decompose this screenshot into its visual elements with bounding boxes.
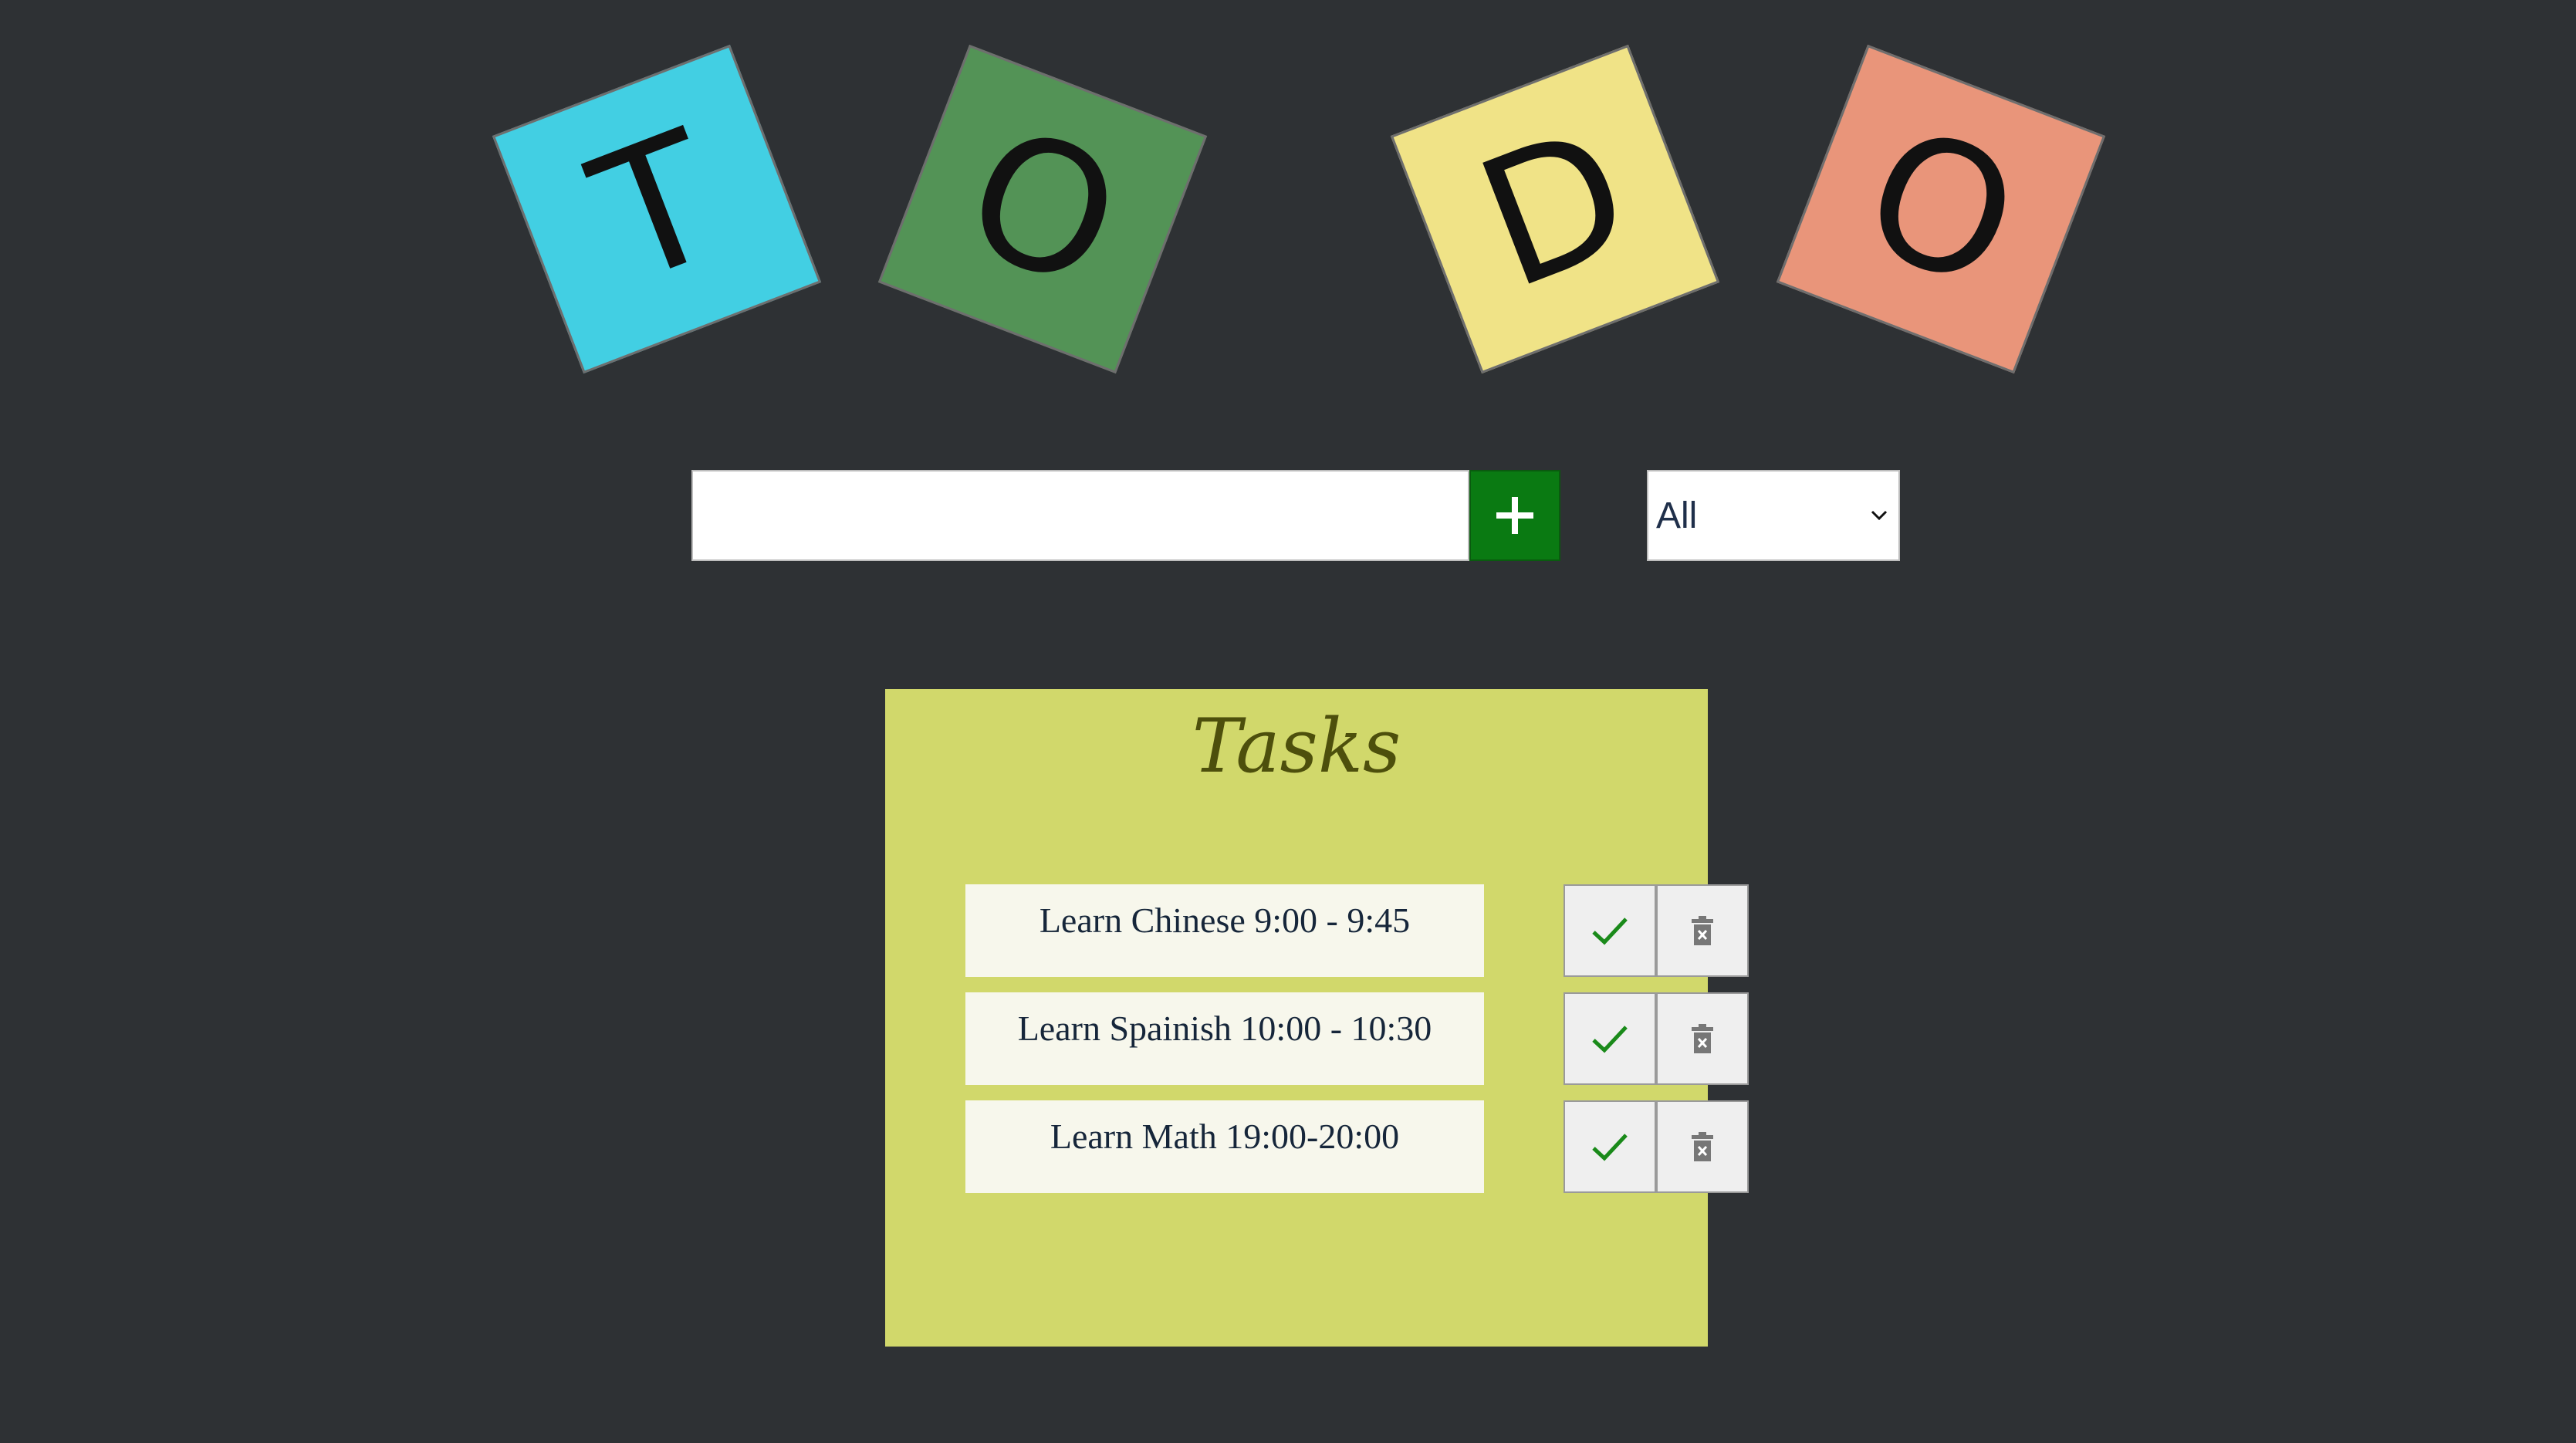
title-letter: O [940,87,1145,330]
check-icon [1592,1134,1628,1161]
complete-button[interactable] [1564,1100,1656,1193]
tasks-panel: Tasks Learn Chinese 9:00 - 9:45 Learn Sp… [885,689,1749,1347]
delete-button[interactable] [1656,992,1749,1085]
task-text: Learn Chinese 9:00 - 9:45 [965,884,1484,977]
check-icon [1592,918,1628,945]
title-tile-o-2: O [1776,44,2106,374]
tasks-title: Tasks [1192,703,1401,789]
complete-button[interactable] [1564,992,1656,1085]
task-text: Learn Math 19:00-20:00 [965,1100,1484,1193]
todo-app: T O D O All Tasks Learn Chinese 9:00 - 9… [0,0,2576,1443]
task-text: Learn Spainish 10:00 - 10:30 [965,992,1484,1085]
filter-selected-value: All [1656,495,1698,536]
title-tile-d: D [1390,44,1720,374]
task-row: Learn Spainish 10:00 - 10:30 [965,992,1749,1085]
filter-select[interactable]: All [1647,470,1900,561]
plus-icon [1496,497,1533,534]
chevron-down-icon [1871,510,1888,521]
task-row: Learn Chinese 9:00 - 9:45 [965,884,1749,977]
complete-button[interactable] [1564,884,1656,977]
trash-icon [1692,1132,1713,1161]
title-letter: O [1838,87,2044,330]
title-tile-o: O [877,44,1208,374]
trash-icon [1692,916,1713,945]
todo-input[interactable] [691,470,1469,561]
title-tile-t: T [492,44,822,374]
task-row: Learn Math 19:00-20:00 [965,1100,1749,1193]
trash-icon [1692,1024,1713,1053]
title-letter: T [569,93,745,325]
title-letter: D [1454,88,1656,329]
delete-button[interactable] [1656,884,1749,977]
add-task-button[interactable] [1469,470,1560,561]
check-icon [1592,1026,1628,1053]
delete-button[interactable] [1656,1100,1749,1193]
